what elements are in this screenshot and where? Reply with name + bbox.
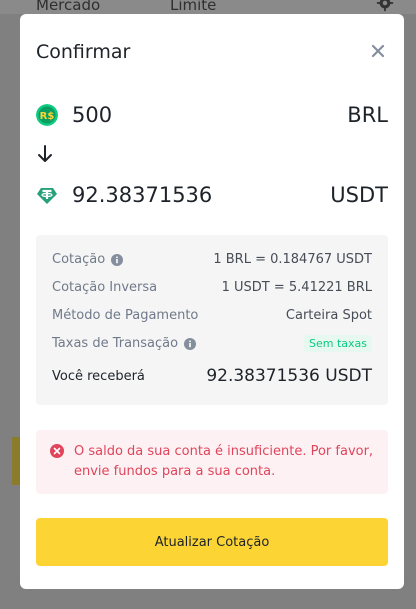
rate-label: Cotação	[52, 252, 106, 267]
tab-limite[interactable]: Limite	[170, 0, 216, 14]
rate-value: 1 BRL = 0.184767 USDT	[213, 252, 372, 267]
error-icon	[50, 444, 64, 458]
brl-coin-label: R$	[40, 111, 55, 122]
tether-icon	[37, 188, 57, 204]
insufficient-balance-alert: O saldo da sua conta é insuficiente. Por…	[36, 430, 388, 494]
receive-row: Você receberá 92.38371536 USDT	[52, 366, 372, 386]
from-row: R$ 500 BRL	[36, 100, 388, 130]
info-icon[interactable]	[111, 253, 124, 266]
rate-row: Cotação 1 BRL = 0.184767 USDT	[52, 252, 372, 267]
to-currency: USDT	[330, 183, 388, 207]
gear-icon[interactable]	[376, 0, 394, 12]
to-amount: 92.38371536	[72, 183, 213, 207]
from-currency: BRL	[347, 103, 388, 127]
no-fee-badge: Sem taxas	[304, 335, 372, 352]
fee-label: Taxas de Transação	[52, 336, 179, 351]
alert-message: O saldo da sua conta é insuficiente. Por…	[74, 444, 374, 479]
refresh-quote-button[interactable]: Atualizar Cotação	[36, 518, 388, 566]
inverse-rate-row: Cotação Inversa 1 USDT = 5.41221 BRL	[52, 280, 372, 295]
fee-row: Taxas de Transação Sem taxas	[52, 335, 372, 352]
tab-mercado[interactable]: Mercado	[36, 0, 100, 14]
inverse-rate-value: 1 USDT = 5.41221 BRL	[221, 280, 372, 295]
payment-method-label: Método de Pagamento	[52, 308, 199, 323]
confirm-dialog: Confirmar R$ 500 BRL 92.38371536 USDT Co…	[20, 14, 404, 589]
to-row: 92.38371536 USDT	[36, 180, 388, 210]
info-icon[interactable]	[184, 337, 197, 350]
inverse-rate-label: Cotação Inversa	[52, 280, 158, 295]
brl-coin-icon: R$	[36, 104, 58, 126]
from-amount: 500	[72, 103, 113, 127]
arrow-down-icon	[38, 145, 52, 162]
quote-details: Cotação 1 BRL = 0.184767 USDT Cotação In…	[36, 235, 388, 405]
dialog-title: Confirmar	[36, 41, 131, 63]
payment-method-row: Método de Pagamento Carteira Spot	[52, 308, 372, 323]
receive-label: Você receberá	[52, 368, 145, 384]
receive-value: 92.38371536 USDT	[206, 366, 372, 386]
payment-method-value: Carteira Spot	[285, 308, 372, 323]
close-icon[interactable]	[368, 41, 388, 61]
